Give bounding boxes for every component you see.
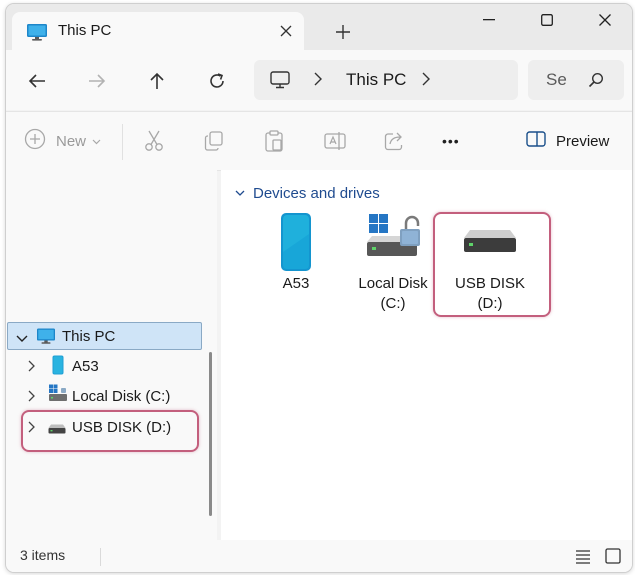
copy-icon xyxy=(204,128,224,154)
sidebar-item-local-disk[interactable]: Local Disk (C:) xyxy=(8,382,200,410)
chevron-right-icon[interactable] xyxy=(314,72,322,91)
item-count: 3 items xyxy=(20,547,66,563)
monitor-icon xyxy=(36,327,56,350)
up-arrow-icon[interactable] xyxy=(142,66,172,96)
plus-circle-icon xyxy=(24,128,46,155)
title-bar: This PC xyxy=(6,4,632,50)
forward-arrow-icon xyxy=(82,66,112,96)
tab-close-icon[interactable] xyxy=(276,21,296,41)
sidebar-item-a53[interactable]: A53 xyxy=(8,352,200,380)
chevron-right-icon[interactable] xyxy=(28,389,36,407)
phone-icon xyxy=(52,355,64,380)
tab-title: This PC xyxy=(58,22,112,39)
preview-pane-icon xyxy=(526,130,546,152)
minimize-icon[interactable] xyxy=(460,4,518,36)
search-box[interactable]: Se xyxy=(528,60,624,100)
drive-sublabel: (C:) xyxy=(380,295,406,312)
phone-icon xyxy=(261,212,331,274)
navigation-pane: This PC A53 Local Disk (C:) USB DISK (D:… xyxy=(6,170,217,540)
tiles-view-icon[interactable] xyxy=(604,547,622,565)
preview-label: Preview xyxy=(556,132,610,150)
drive-item-a53[interactable]: A53 xyxy=(261,212,331,294)
new-button: New xyxy=(24,128,101,154)
sidebar-item-label: This PC xyxy=(62,328,116,345)
command-bar: New ••• Preview xyxy=(6,111,632,171)
sidebar-item-label: USB DISK (D:) xyxy=(72,419,172,436)
drive-sublabel: (D:) xyxy=(477,295,503,312)
more-options-icon[interactable]: ••• xyxy=(442,128,460,154)
usb-drive-icon xyxy=(48,421,66,439)
monitor-outline-icon xyxy=(270,71,290,94)
chevron-down-icon[interactable] xyxy=(16,330,28,348)
address-bar[interactable]: This PC xyxy=(254,60,518,100)
back-arrow-icon[interactable] xyxy=(22,66,52,96)
group-title: Devices and drives xyxy=(253,184,380,202)
sidebar-item-this-pc[interactable]: This PC xyxy=(7,322,202,350)
paste-icon xyxy=(264,128,284,154)
sidebar-item-label: A53 xyxy=(72,358,99,375)
new-label: New xyxy=(56,132,87,150)
explorer-window: This PC This PC Se New ••• Preview This … xyxy=(5,3,633,573)
search-placeholder: Se xyxy=(546,70,567,89)
close-window-icon[interactable] xyxy=(576,4,632,36)
chevron-down-icon xyxy=(92,132,101,150)
share-icon xyxy=(384,128,406,154)
search-icon xyxy=(588,72,604,93)
drive-item-usb-disk[interactable]: USB DISK (D:) xyxy=(443,212,537,314)
status-divider xyxy=(100,548,101,566)
drive-label: USB DISK xyxy=(454,275,526,292)
cut-icon xyxy=(144,128,164,154)
status-bar: 3 items xyxy=(6,540,632,572)
new-tab-plus-icon[interactable] xyxy=(332,21,354,43)
windows-drive-icon xyxy=(48,384,68,407)
chevron-right-icon[interactable] xyxy=(422,72,430,91)
sidebar-item-usb-disk[interactable]: USB DISK (D:) xyxy=(8,413,200,441)
chevron-right-icon[interactable] xyxy=(28,359,36,377)
sidebar-item-label: Local Disk (C:) xyxy=(72,388,171,405)
monitor-icon xyxy=(26,22,48,47)
windows-drive-lock-icon xyxy=(351,212,435,274)
refresh-icon[interactable] xyxy=(202,66,232,96)
preview-button[interactable]: Preview xyxy=(526,128,609,154)
navigation-bar: This PC Se xyxy=(6,50,632,110)
drive-label: Local Disk xyxy=(358,275,428,292)
tab-this-pc[interactable]: This PC xyxy=(12,12,304,50)
address-path[interactable]: This PC xyxy=(346,70,406,90)
rename-icon xyxy=(324,128,346,154)
maximize-icon[interactable] xyxy=(518,4,576,36)
toolbar-divider xyxy=(122,124,123,160)
drive-label: A53 xyxy=(282,275,310,292)
sidebar-scrollbar[interactable] xyxy=(209,352,212,516)
details-view-icon[interactable] xyxy=(574,547,592,565)
content-pane: Devices and drives A53 Local Disk (C:) U… xyxy=(221,170,632,540)
usb-drive-icon xyxy=(443,212,537,274)
chevron-down-icon[interactable] xyxy=(235,184,245,202)
group-header[interactable]: Devices and drives xyxy=(235,184,380,202)
drive-item-local-disk[interactable]: Local Disk (C:) xyxy=(351,212,435,314)
chevron-right-icon[interactable] xyxy=(28,420,36,438)
